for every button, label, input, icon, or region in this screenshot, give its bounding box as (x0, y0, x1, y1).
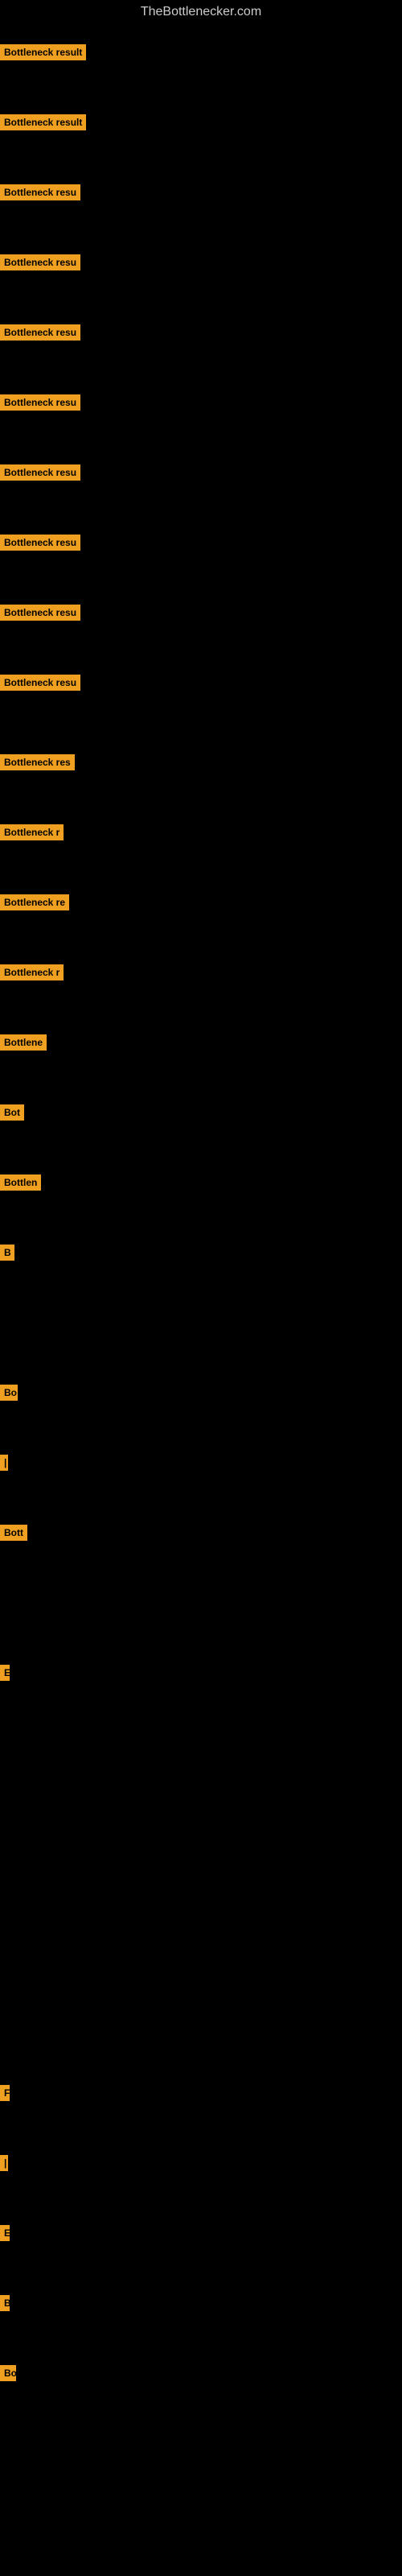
list-item: Bottleneck resu (0, 254, 80, 270)
bottleneck-badge: Bo (0, 2365, 16, 2381)
list-item: Bottleneck resu (0, 605, 80, 621)
bottleneck-badge: Bottleneck resu (0, 464, 80, 481)
bottleneck-badge: Bottleneck resu (0, 184, 80, 200)
list-item: Bottleneck r (0, 964, 64, 980)
list-item: Bottleneck res (0, 754, 75, 770)
bottleneck-badge: Bottleneck resu (0, 605, 80, 621)
list-item: Bottleneck r (0, 824, 64, 840)
list-item: E (0, 1665, 10, 1681)
bottleneck-badge: B (0, 1245, 14, 1261)
list-item: Bottleneck result (0, 114, 86, 130)
bottleneck-badge: Bottleneck resu (0, 535, 80, 551)
list-item: Bo (0, 2365, 16, 2381)
list-item: Bottleneck result (0, 44, 86, 60)
bottleneck-badge: Bottleneck resu (0, 394, 80, 411)
bottleneck-badge: Bottlene (0, 1034, 47, 1051)
bottleneck-badge: Bottleneck result (0, 44, 86, 60)
list-item: Bo (0, 1385, 18, 1401)
list-item: Bottleneck resu (0, 535, 80, 551)
list-item: Bot (0, 1104, 24, 1121)
list-item: Bottleneck resu (0, 324, 80, 341)
list-item: | (0, 2155, 8, 2171)
bottleneck-badge: Bot (0, 1104, 24, 1121)
list-item: Bottleneck resu (0, 675, 80, 691)
bottleneck-badge: Bottleneck resu (0, 675, 80, 691)
bottleneck-badge: Bott (0, 1525, 27, 1541)
bottleneck-badge: Bottleneck r (0, 824, 64, 840)
list-item: B (0, 1245, 14, 1261)
bottleneck-badge: | (0, 2155, 8, 2171)
list-item: Bottleneck resu (0, 184, 80, 200)
bottleneck-badge: F (0, 2085, 10, 2101)
list-item: Bottleneck resu (0, 464, 80, 481)
list-item: Bottleneck re (0, 894, 69, 910)
list-item: Bott (0, 1525, 27, 1541)
bottleneck-badge: Bottleneck resu (0, 324, 80, 341)
list-item: Bottlen (0, 1174, 41, 1191)
bottleneck-badge: Bo (0, 1385, 18, 1401)
bottleneck-badge: | (0, 1455, 8, 1471)
bottleneck-badge: Bottleneck re (0, 894, 69, 910)
bottleneck-badge: Bottleneck result (0, 114, 86, 130)
list-item: | (0, 1455, 8, 1471)
list-item: E (0, 2225, 10, 2241)
site-title: TheBottlenecker.com (0, 0, 402, 24)
bottleneck-badge: B (0, 2295, 10, 2311)
list-item: Bottleneck resu (0, 394, 80, 411)
list-item: B (0, 2295, 10, 2311)
list-item: F (0, 2085, 10, 2101)
bottleneck-badge: Bottleneck resu (0, 254, 80, 270)
bottleneck-badge: E (0, 1665, 10, 1681)
bottleneck-badge: Bottleneck res (0, 754, 75, 770)
bottleneck-badge: E (0, 2225, 10, 2241)
list-item: Bottlene (0, 1034, 47, 1051)
bottleneck-badge: Bottlen (0, 1174, 41, 1191)
bottleneck-badge: Bottleneck r (0, 964, 64, 980)
